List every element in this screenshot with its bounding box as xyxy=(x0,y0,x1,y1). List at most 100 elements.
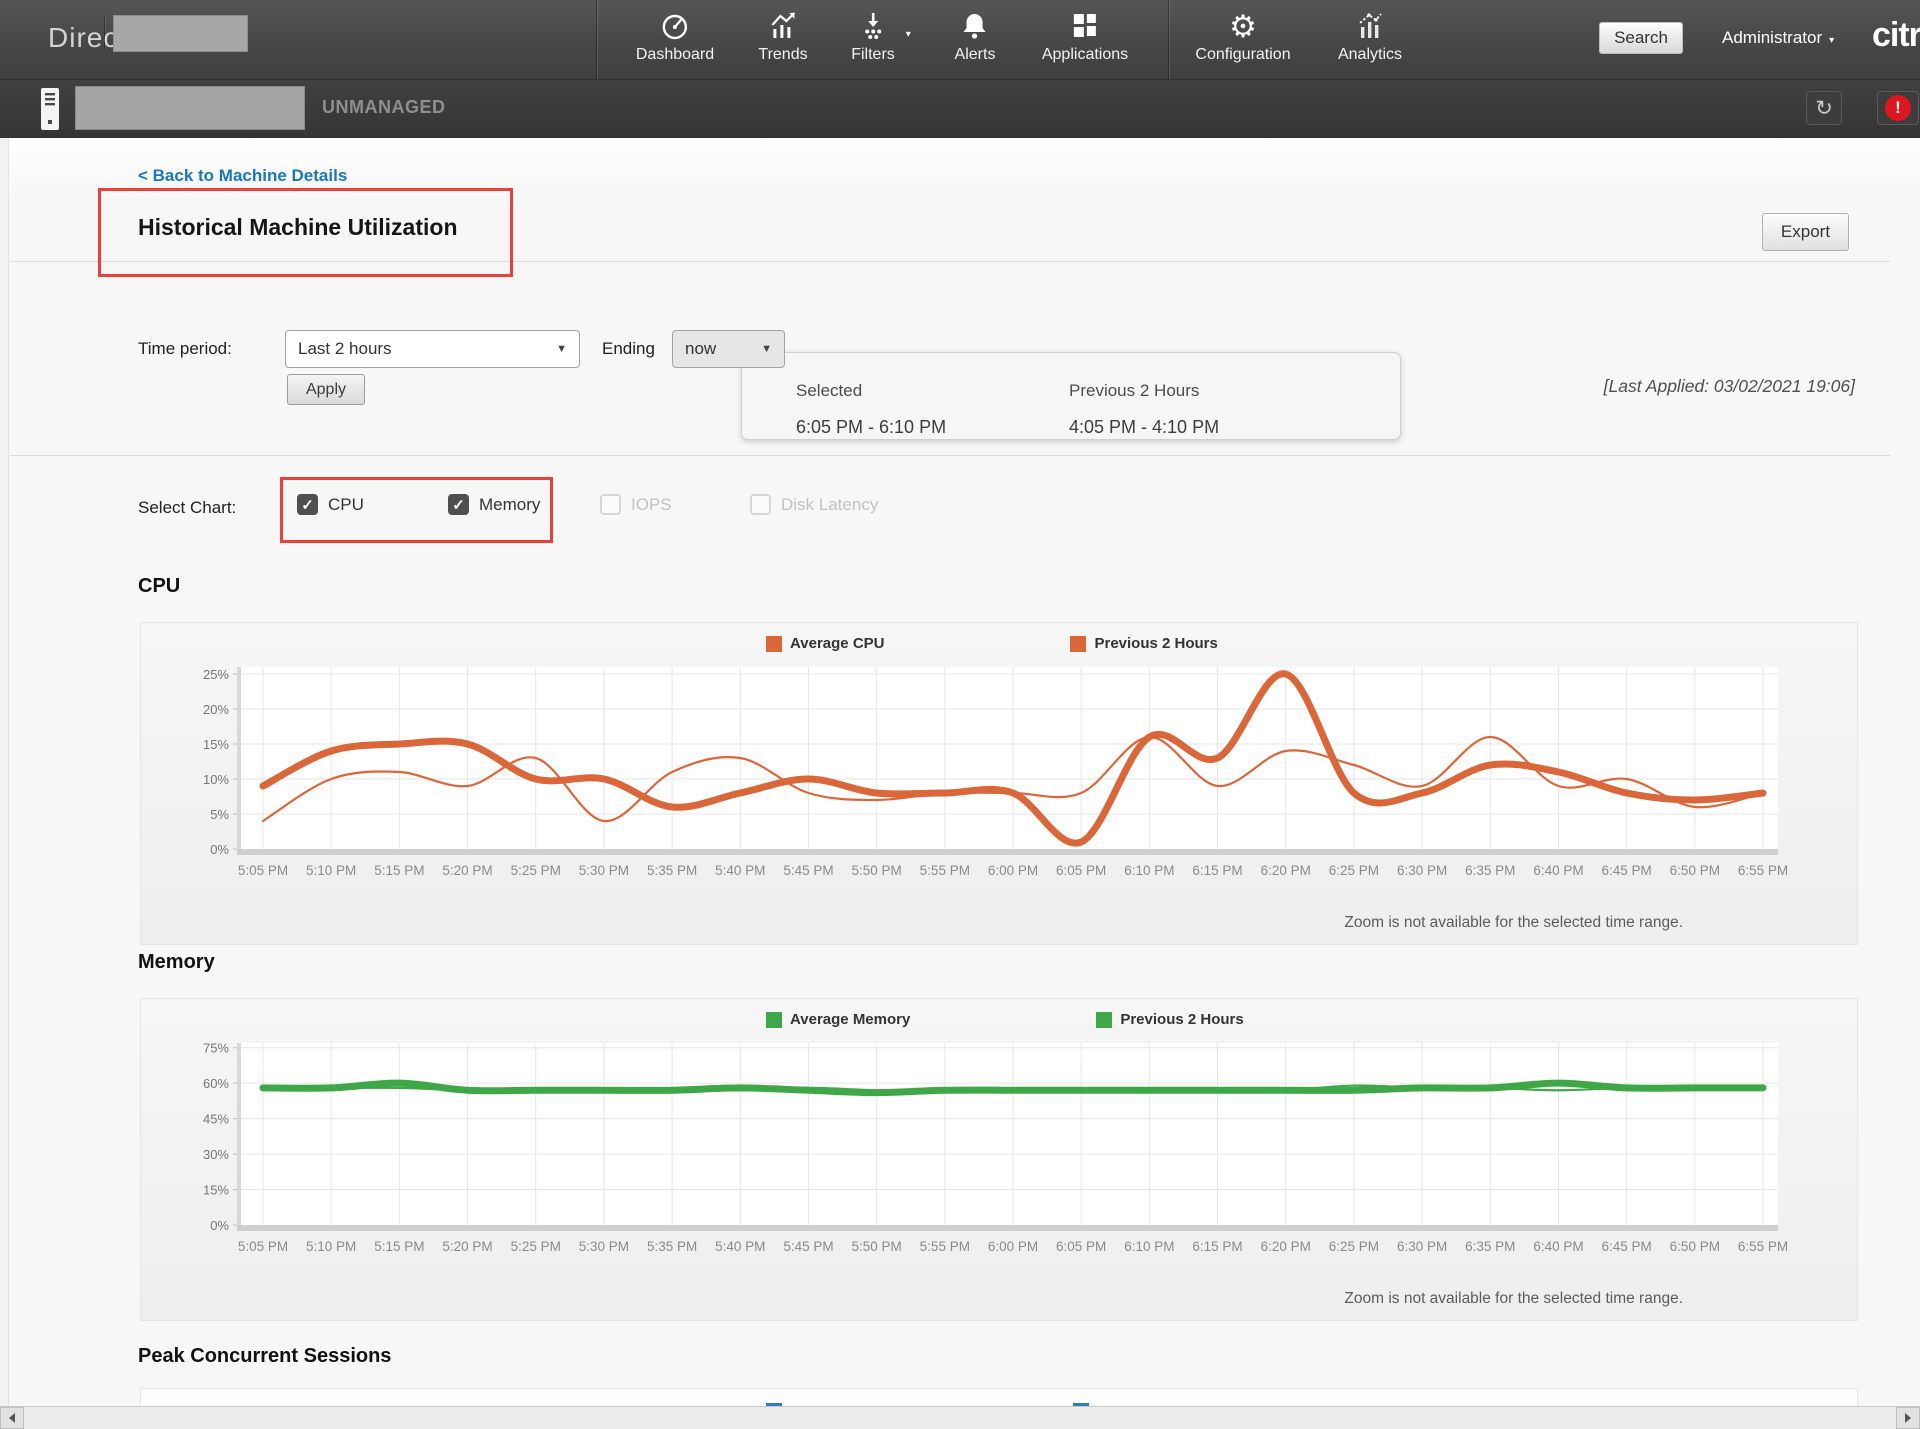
administrator-menu[interactable]: Administrator ▾ xyxy=(1722,28,1834,48)
chevron-down-icon: ▾ xyxy=(905,29,911,40)
svg-text:6:15 PM: 6:15 PM xyxy=(1192,863,1242,878)
top-nav-bar: Director Dashboard Trends Filters ▾ Alerts Ap… xyxy=(0,0,1920,80)
svg-text:5:40 PM: 5:40 PM xyxy=(715,1239,765,1254)
svg-text:6:20 PM: 6:20 PM xyxy=(1261,863,1311,878)
svg-text:60%: 60% xyxy=(203,1076,229,1091)
bell-icon xyxy=(955,9,996,43)
unchecked-checkbox-icon xyxy=(750,494,771,515)
svg-text:5:25 PM: 5:25 PM xyxy=(511,863,561,878)
svg-text:5:10 PM: 5:10 PM xyxy=(306,863,356,878)
divider xyxy=(596,0,597,80)
svg-text:6:20 PM: 6:20 PM xyxy=(1261,1239,1311,1254)
svg-text:5%: 5% xyxy=(210,807,229,822)
svg-text:6:00 PM: 6:00 PM xyxy=(988,1239,1038,1254)
export-button[interactable]: Export xyxy=(1762,213,1849,251)
svg-text:5:50 PM: 5:50 PM xyxy=(851,863,901,878)
checkbox-memory[interactable]: ✓ Memory xyxy=(448,494,540,515)
svg-text:5:55 PM: 5:55 PM xyxy=(920,863,970,878)
left-scroll-gutter[interactable] xyxy=(0,138,9,1429)
ending-dropdown[interactable]: now ▼ xyxy=(672,330,785,368)
machine-bar: UNMANAGED ↻ ! xyxy=(0,80,1920,138)
memory-chart: Average Memory Previous 2 Hours 0% 15% 30% 45… xyxy=(140,998,1858,1321)
checked-checkbox-icon: ✓ xyxy=(297,494,318,515)
refresh-icon: ↻ xyxy=(1815,96,1833,120)
triangle-left-icon xyxy=(9,1413,15,1423)
svg-text:5:50 PM: 5:50 PM xyxy=(851,1239,901,1254)
svg-text:5:40 PM: 5:40 PM xyxy=(715,863,765,878)
triangle-right-icon xyxy=(1905,1413,1911,1423)
svg-text:5:20 PM: 5:20 PM xyxy=(442,1239,492,1254)
zoom-unavailable-note: Zoom is not available for the selected t… xyxy=(1344,1290,1683,1307)
svg-text:5:35 PM: 5:35 PM xyxy=(647,863,697,878)
peak-sessions-chart-partial xyxy=(140,1388,1858,1408)
nav-item-dashboard[interactable]: Dashboard xyxy=(636,9,714,64)
alerts-indicator-button[interactable]: ! xyxy=(1877,91,1919,125)
chevron-down-icon: ▾ xyxy=(1829,35,1835,46)
nav-item-applications[interactable]: Applications xyxy=(1042,9,1128,64)
search-button[interactable]: Search xyxy=(1599,22,1683,54)
tooltip-previous-range: 4:05 PM - 4:10 PM xyxy=(1069,417,1220,437)
scroll-right-arrow[interactable] xyxy=(1896,1407,1920,1429)
peak-sessions-heading: Peak Concurrent Sessions xyxy=(138,1345,392,1367)
svg-text:6:15 PM: 6:15 PM xyxy=(1192,1239,1242,1254)
svg-text:5:20 PM: 5:20 PM xyxy=(442,863,492,878)
svg-text:5:35 PM: 5:35 PM xyxy=(647,1239,697,1254)
cpu-chart: Average CPU Previous 2 Hours 0% 5% 10% 15% 20%… xyxy=(140,622,1858,945)
svg-text:20%: 20% xyxy=(203,702,229,717)
divider xyxy=(10,261,1890,262)
memory-plot-svg: 0% 15% 30% 45% 60% 75% 5:05 PM 5:10 PM 5:15 PM 5:… xyxy=(203,1041,1788,1254)
last-applied-timestamp: [Last Applied: 03/02/2021 19:06] xyxy=(1603,376,1855,396)
time-period-dropdown[interactable]: Last 2 hours ▼ xyxy=(285,330,580,368)
nav-item-analytics[interactable]: Analytics xyxy=(1338,9,1402,64)
analytics-icon xyxy=(1338,9,1402,43)
svg-text:6:50 PM: 6:50 PM xyxy=(1670,1239,1720,1254)
svg-text:6:10 PM: 6:10 PM xyxy=(1124,863,1174,878)
svg-text:5:30 PM: 5:30 PM xyxy=(579,863,629,878)
svg-text:6:55 PM: 6:55 PM xyxy=(1738,1239,1788,1254)
svg-text:6:35 PM: 6:35 PM xyxy=(1465,863,1515,878)
refresh-button[interactable]: ↻ xyxy=(1806,91,1842,125)
svg-text:6:40 PM: 6:40 PM xyxy=(1533,863,1583,878)
svg-text:6:55 PM: 6:55 PM xyxy=(1738,863,1788,878)
divider xyxy=(104,16,105,50)
apply-button[interactable]: Apply xyxy=(287,374,365,405)
time-range-tooltip: Selected Previous 2 Hours 6:05 PM - 6:10… xyxy=(741,352,1401,440)
svg-text:6:30 PM: 6:30 PM xyxy=(1397,1239,1447,1254)
svg-text:6:25 PM: 6:25 PM xyxy=(1329,863,1379,878)
chevron-down-icon: ▼ xyxy=(761,343,772,355)
svg-text:5:25 PM: 5:25 PM xyxy=(511,1239,561,1254)
chevron-down-icon: ▼ xyxy=(556,343,567,355)
back-to-machine-details-link[interactable]: < Back to Machine Details xyxy=(138,166,347,186)
cpu-section-heading: CPU xyxy=(138,575,181,597)
nav-item-alerts[interactable]: Alerts xyxy=(955,9,996,64)
scroll-left-arrow[interactable] xyxy=(0,1407,24,1429)
svg-text:6:45 PM: 6:45 PM xyxy=(1601,1239,1651,1254)
svg-text:6:05 PM: 6:05 PM xyxy=(1056,1239,1106,1254)
svg-text:45%: 45% xyxy=(203,1112,229,1127)
checkbox-disk-latency: Disk Latency xyxy=(750,494,878,515)
select-chart-label: Select Chart: xyxy=(138,498,237,517)
svg-text:75%: 75% xyxy=(203,1041,229,1056)
horizontal-scrollbar[interactable] xyxy=(0,1406,1920,1429)
alert-exclamation-icon: ! xyxy=(1885,95,1911,121)
svg-text:25%: 25% xyxy=(203,667,229,682)
nav-item-configuration[interactable]: ⚙ Configuration xyxy=(1195,9,1290,64)
zoom-unavailable-note: Zoom is not available for the selected t… xyxy=(1344,914,1683,931)
checkbox-cpu[interactable]: ✓ CPU xyxy=(297,494,364,515)
tooltip-selected-header: Selected xyxy=(796,381,863,400)
svg-text:6:10 PM: 6:10 PM xyxy=(1124,1239,1174,1254)
nav-item-filters[interactable]: Filters ▾ xyxy=(851,9,911,64)
svg-text:5:55 PM: 5:55 PM xyxy=(920,1239,970,1254)
ending-label: Ending xyxy=(602,339,655,358)
citrix-logo: citrix xyxy=(1872,16,1920,54)
svg-text:6:50 PM: 6:50 PM xyxy=(1670,863,1720,878)
page-title: Historical Machine Utilization xyxy=(138,214,458,240)
apps-grid-icon xyxy=(1042,9,1128,43)
machine-status: UNMANAGED xyxy=(322,97,446,117)
svg-text:5:05 PM: 5:05 PM xyxy=(238,863,288,878)
redacted-site-name xyxy=(113,15,248,52)
time-period-label: Time period: xyxy=(138,339,232,358)
nav-item-trends[interactable]: Trends xyxy=(758,9,808,64)
divider xyxy=(1168,0,1169,80)
tooltip-previous-header: Previous 2 Hours xyxy=(1069,381,1200,400)
